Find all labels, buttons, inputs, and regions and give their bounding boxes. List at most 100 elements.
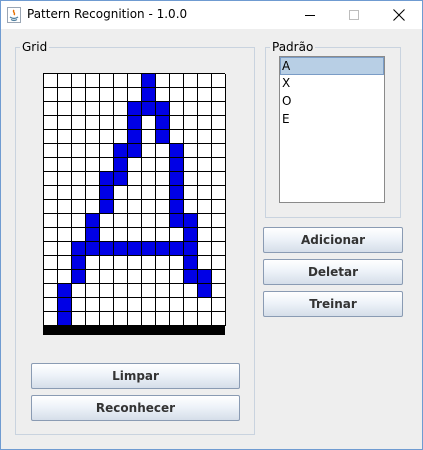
grid-cell[interactable] [142,88,156,102]
pattern-list-item[interactable]: A [280,57,384,75]
grid-cell[interactable] [58,88,72,102]
grid-cell[interactable] [128,270,142,284]
grid-cell[interactable] [72,144,86,158]
clear-button[interactable]: Limpar [31,363,240,389]
pattern-list-item[interactable]: E [280,111,384,129]
grid-cell[interactable] [100,74,114,88]
grid-cell[interactable] [198,74,212,88]
grid-cell[interactable] [128,242,142,256]
grid-cell[interactable] [128,144,142,158]
grid-cell[interactable] [170,228,184,242]
grid-cell[interactable] [128,102,142,116]
grid-cell[interactable] [58,298,72,312]
grid-cell[interactable] [170,186,184,200]
grid-cell[interactable] [58,270,72,284]
grid-cell[interactable] [170,116,184,130]
grid-cell[interactable] [86,270,100,284]
grid-cell[interactable] [72,88,86,102]
grid-cell[interactable] [198,88,212,102]
grid-cell[interactable] [128,116,142,130]
grid-cell[interactable] [156,130,170,144]
grid-cell[interactable] [100,256,114,270]
grid-cell[interactable] [156,228,170,242]
grid-cell[interactable] [184,130,198,144]
grid-cell[interactable] [142,172,156,186]
grid-cell[interactable] [212,158,226,172]
grid-cell[interactable] [86,172,100,186]
grid-cell[interactable] [72,116,86,130]
grid-cell[interactable] [184,298,198,312]
grid-cell[interactable] [44,74,58,88]
grid-cell[interactable] [100,102,114,116]
grid-cell[interactable] [100,270,114,284]
grid-cell[interactable] [198,172,212,186]
grid-cell[interactable] [156,102,170,116]
grid-cell[interactable] [142,74,156,88]
grid-cell[interactable] [114,214,128,228]
grid-cell[interactable] [86,158,100,172]
grid-cell[interactable] [156,116,170,130]
grid-cell[interactable] [212,74,226,88]
grid-cell[interactable] [100,200,114,214]
grid-cell[interactable] [170,312,184,326]
grid-cell[interactable] [44,158,58,172]
grid-cell[interactable] [58,102,72,116]
grid-cell[interactable] [170,242,184,256]
grid-cell[interactable] [128,228,142,242]
grid-cell[interactable] [72,270,86,284]
maximize-button[interactable] [331,1,377,29]
grid-cell[interactable] [58,214,72,228]
grid-cell[interactable] [212,256,226,270]
grid-cell[interactable] [72,74,86,88]
grid-cell[interactable] [86,200,100,214]
grid-cell[interactable] [184,214,198,228]
grid-cell[interactable] [170,102,184,116]
grid-cell[interactable] [86,102,100,116]
grid-cell[interactable] [114,270,128,284]
grid-cell[interactable] [128,284,142,298]
grid-cell[interactable] [44,270,58,284]
grid-cell[interactable] [212,228,226,242]
grid-cell[interactable] [212,116,226,130]
grid-cell[interactable] [72,158,86,172]
grid-cell[interactable] [212,298,226,312]
grid-cell[interactable] [58,284,72,298]
grid-cell[interactable] [170,144,184,158]
grid-cell[interactable] [128,214,142,228]
grid-cell[interactable] [44,228,58,242]
drawing-grid[interactable] [43,73,226,335]
grid-cell[interactable] [156,270,170,284]
grid-cell[interactable] [114,284,128,298]
grid-cell[interactable] [44,312,58,326]
grid-cell[interactable] [114,312,128,326]
grid-cell[interactable] [142,186,156,200]
grid-cell[interactable] [184,270,198,284]
grid-cell[interactable] [100,242,114,256]
grid-cell[interactable] [44,186,58,200]
grid-cell[interactable] [100,116,114,130]
grid-cell[interactable] [198,270,212,284]
grid-cell[interactable] [114,242,128,256]
grid-cell[interactable] [86,298,100,312]
grid-cell[interactable] [72,242,86,256]
grid-cell[interactable] [86,228,100,242]
grid-cell[interactable] [114,102,128,116]
grid-cell[interactable] [184,284,198,298]
grid-cell[interactable] [198,186,212,200]
grid-cell[interactable] [170,200,184,214]
grid-cell[interactable] [58,74,72,88]
grid-cell[interactable] [128,312,142,326]
grid-cell[interactable] [198,200,212,214]
grid-cell[interactable] [100,214,114,228]
grid-cell[interactable] [100,172,114,186]
grid-cell[interactable] [184,116,198,130]
pattern-list-item[interactable]: X [280,75,384,93]
grid-cell[interactable] [86,130,100,144]
grid-cell[interactable] [198,242,212,256]
grid-cell[interactable] [198,312,212,326]
grid-cell[interactable] [44,298,58,312]
grid-cell[interactable] [100,130,114,144]
grid-cell[interactable] [58,144,72,158]
grid-cell[interactable] [128,130,142,144]
pattern-list[interactable]: AXOE [279,56,385,203]
